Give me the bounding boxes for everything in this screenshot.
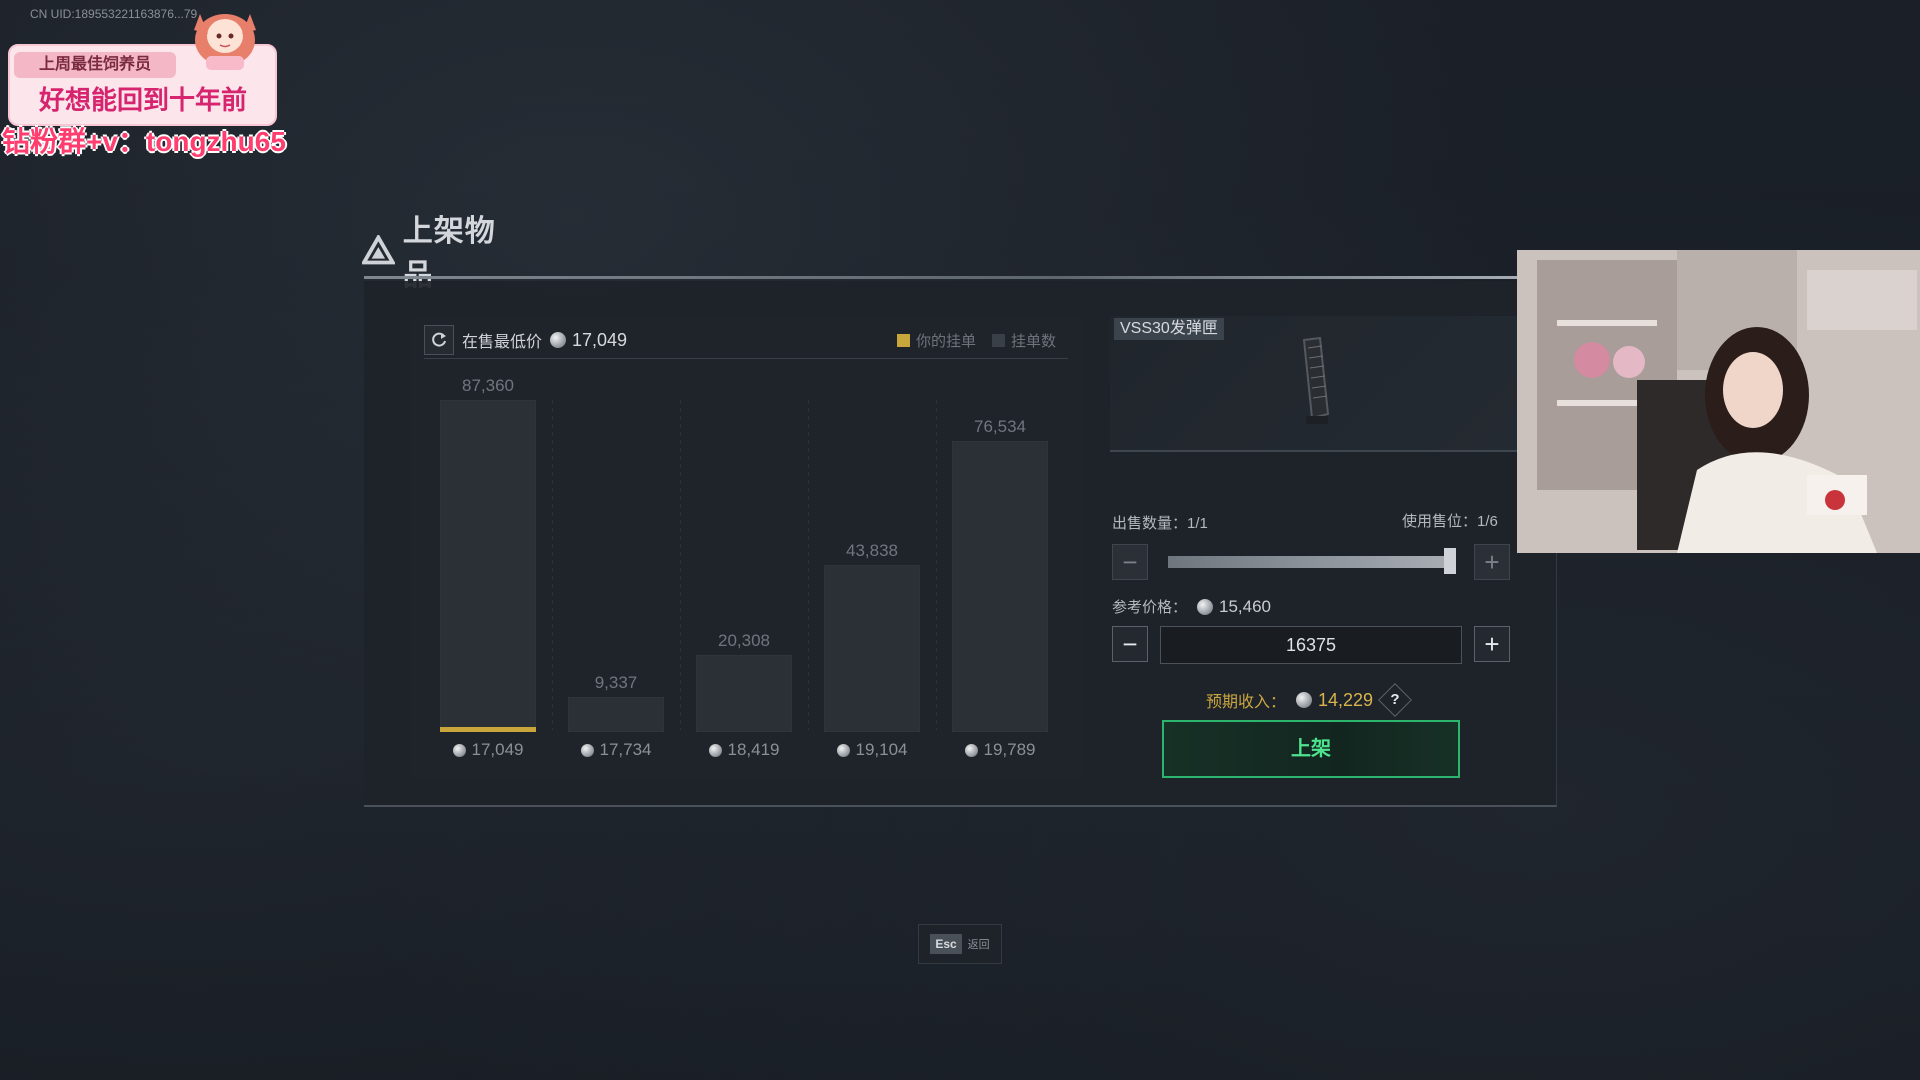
help-symbol: ? bbox=[1390, 691, 1400, 708]
chart-bar[interactable] bbox=[824, 565, 920, 732]
legend-swatch bbox=[991, 334, 1005, 347]
dialog-header-rule bbox=[364, 276, 1518, 279]
coin-icon bbox=[1197, 598, 1214, 615]
coin-icon bbox=[708, 744, 722, 758]
coin-icon bbox=[452, 744, 466, 758]
refresh-button[interactable] bbox=[424, 325, 454, 355]
price-input[interactable]: 16375 bbox=[1160, 626, 1462, 664]
bar-price-value: 17,734 bbox=[599, 740, 652, 759]
price-decrease-button[interactable]: − bbox=[1112, 626, 1148, 662]
price-increase-button[interactable]: + bbox=[1474, 626, 1510, 662]
magazine-item-icon bbox=[1302, 336, 1330, 424]
webcam-feed bbox=[1517, 250, 1920, 553]
triangle-logo-icon bbox=[362, 235, 395, 265]
bar-price-value: 19,789 bbox=[983, 740, 1036, 759]
help-icon[interactable]: ? bbox=[1378, 683, 1413, 717]
esc-key: Esc bbox=[930, 934, 962, 954]
bar-count-label: 20,308 bbox=[718, 631, 770, 650]
used-slots-label: 使用售位：1/6 bbox=[1402, 513, 1498, 530]
quantity-slider-handle[interactable] bbox=[1444, 548, 1456, 574]
bar-price-label: 19,104 bbox=[817, 740, 927, 760]
quantity-slider[interactable] bbox=[1168, 556, 1450, 568]
sell-quantity-label: 出售数量：1/1 bbox=[1112, 515, 1208, 532]
streamer-video-image bbox=[1517, 250, 1920, 553]
dialog-header: 上架物品 bbox=[362, 215, 522, 292]
quantity-increase-button[interactable]: + bbox=[1474, 544, 1510, 580]
bar-price-label: 17,734 bbox=[561, 740, 671, 760]
bar-divider bbox=[680, 400, 681, 730]
anime-mascot-icon bbox=[194, 14, 256, 70]
list-item-button[interactable]: 上架 bbox=[1162, 720, 1460, 778]
expected-income: 预期收入： 14,229 ? bbox=[1206, 683, 1413, 717]
bar-price-label: 19,789 bbox=[945, 740, 1055, 760]
legend-label: 挂单数 bbox=[1010, 333, 1056, 350]
coin-icon bbox=[550, 332, 567, 348]
bar-price-label: 17,049 bbox=[433, 740, 543, 760]
reference-price-value: 15,460 bbox=[1219, 596, 1272, 616]
expected-income-value: 14,229 bbox=[1318, 689, 1374, 710]
coin-icon bbox=[836, 744, 850, 758]
expected-income-label: 预期收入： bbox=[1206, 694, 1287, 711]
item-name: VSS30发弹匣 bbox=[1114, 318, 1224, 340]
back-label: 返回 bbox=[967, 939, 990, 951]
bar-price-value: 18,419 bbox=[727, 740, 780, 759]
chart-bar[interactable] bbox=[440, 400, 536, 732]
bar-divider bbox=[936, 400, 937, 730]
coin-icon bbox=[580, 744, 594, 758]
bar-count-label: 87,360 bbox=[462, 376, 514, 395]
chart-legend: 你的挂单 挂单数 bbox=[881, 330, 1056, 351]
chart-bar[interactable] bbox=[952, 441, 1048, 732]
bar-count-label: 76,534 bbox=[974, 417, 1026, 436]
promo-main-text: 好想能回到十年前 bbox=[38, 85, 247, 115]
uid-text: CN UID:189553221163876...79 bbox=[30, 7, 198, 21]
promo-tag: 上周最佳饲养员 bbox=[14, 52, 176, 78]
quantity-decrease-button[interactable]: − bbox=[1112, 544, 1148, 580]
lowest-price-value: 17,049 bbox=[572, 329, 628, 350]
reference-price: 参考价格： 15,460 bbox=[1112, 596, 1271, 617]
bar-price-label: 18,419 bbox=[689, 740, 799, 760]
lowest-price-label: 在售最低价 bbox=[462, 334, 543, 351]
chart-bar[interactable] bbox=[568, 697, 664, 732]
your-listing-marker bbox=[440, 727, 536, 732]
bar-price-value: 19,104 bbox=[855, 740, 908, 759]
legend-your-listing: 你的挂单 bbox=[896, 330, 976, 351]
refresh-icon bbox=[432, 332, 446, 347]
legend-listing-count: 挂单数 bbox=[991, 330, 1056, 351]
coin-icon bbox=[964, 744, 978, 758]
bar-count-label: 9,337 bbox=[594, 673, 638, 692]
legend-label: 你的挂单 bbox=[915, 333, 976, 350]
chart-header: 在售最低价 17,049 你的挂单 挂单数 bbox=[424, 322, 1068, 359]
chart-bar[interactable] bbox=[696, 655, 792, 732]
bar-price-value: 17,049 bbox=[471, 740, 524, 759]
promo-contact-text: 钻粉群+v：tongzhu65 bbox=[2, 126, 286, 157]
legend-swatch bbox=[896, 334, 910, 347]
bar-count-label: 43,838 bbox=[846, 541, 898, 560]
esc-back-hint[interactable]: Esc 返回 bbox=[918, 924, 1002, 964]
reference-price-label: 参考价格： bbox=[1112, 599, 1188, 616]
coin-icon bbox=[1296, 692, 1313, 708]
bar-divider bbox=[552, 400, 553, 730]
bar-divider bbox=[808, 400, 809, 730]
